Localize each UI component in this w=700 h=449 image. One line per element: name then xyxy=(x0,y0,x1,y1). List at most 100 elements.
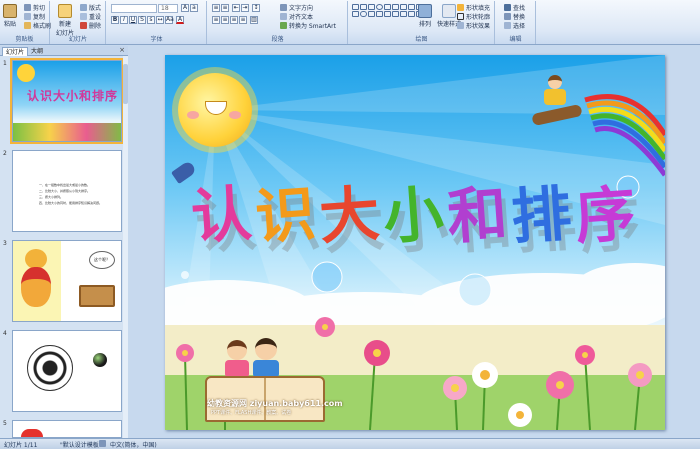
arrange-button[interactable]: 排列 xyxy=(418,4,432,28)
slide-thumbnail-4[interactable] xyxy=(12,330,122,412)
font-color-button[interactable]: A xyxy=(176,16,184,24)
language-indicator[interactable]: 中文(简体，中国) xyxy=(110,440,157,449)
clipboard-group-label: 剪贴板 xyxy=(15,36,34,43)
align-left-button[interactable]: ≡ xyxy=(212,16,220,24)
shape-outline-button[interactable]: 形状轮廓 xyxy=(457,12,490,21)
find-button[interactable]: 查找 xyxy=(504,3,525,12)
shape-effects-button[interactable]: 形状效果 xyxy=(457,21,490,30)
font-size-combo[interactable]: 18 xyxy=(158,4,178,13)
title-char: 排 xyxy=(509,178,578,254)
scrollbar-thumb[interactable] xyxy=(123,64,128,104)
smartart-button[interactable]: 转换为 SmartArt xyxy=(280,21,336,30)
columns-button[interactable]: ▥ xyxy=(250,16,258,24)
ribbon: 粘贴 剪切 复制 格式刷 剪贴板 新建 幻灯片 版式 重设 删除 幻灯片 18 … xyxy=(0,0,700,45)
reset-button[interactable]: 重设 xyxy=(80,12,101,21)
shape-triangle-icon[interactable] xyxy=(384,4,391,10)
copy-icon xyxy=(24,13,31,20)
children-reading-image xyxy=(195,338,335,430)
current-slide[interactable]: 认识大小和排序 幼教资源网 ziyuan.baby611.com PPT课件、F… xyxy=(165,55,665,430)
strikethrough-button[interactable]: S xyxy=(138,16,146,24)
decrease-indent-button[interactable]: ⇤ xyxy=(232,4,240,12)
close-icon[interactable]: × xyxy=(119,46,125,54)
thumb-title: 认识大小和排序 xyxy=(27,89,119,103)
replace-button[interactable]: 替换 xyxy=(504,12,525,21)
shape-brace-icon[interactable] xyxy=(352,11,359,17)
align-text-button[interactable]: 对齐文本 xyxy=(280,12,313,21)
small-ball-icon xyxy=(93,353,107,367)
thumb-line: 一、在一组数中找出最大或最小的数。 xyxy=(39,183,91,187)
shape-bracket-icon[interactable] xyxy=(368,11,375,17)
shape-callout-icon[interactable] xyxy=(392,11,399,17)
underline-button[interactable]: U xyxy=(129,16,137,24)
shape-arrow-icon[interactable] xyxy=(360,4,367,10)
shrink-font-button[interactable]: a xyxy=(190,4,198,12)
select-button[interactable]: 选择 xyxy=(504,21,525,30)
tab-slides[interactable]: 幻灯片 xyxy=(2,47,29,56)
slide-number: 2 xyxy=(3,150,7,157)
slide-thumbnail-2[interactable]: 一、在一组数中找出最大或最小的数。 二、比较大小，并按照从小到大排序。 三、按大… xyxy=(12,150,122,232)
delete-slide-button[interactable]: 删除 xyxy=(80,21,101,30)
spellcheck-icon[interactable] xyxy=(99,440,106,447)
numbering-button[interactable]: ≡ xyxy=(221,4,229,12)
theme-name[interactable]: "默认设计模板" xyxy=(60,440,102,449)
slide-thumbnail-1[interactable]: 认识大小和排序 xyxy=(10,58,124,144)
spacing-button[interactable]: ↔ xyxy=(156,16,164,24)
font-group-label: 字体 xyxy=(150,36,163,43)
shape-oval-icon[interactable] xyxy=(376,4,383,10)
slide-thumbnail-3[interactable]: 这个呢？ xyxy=(12,240,122,322)
line-spacing-button[interactable]: ↕ xyxy=(252,4,260,12)
paste-icon xyxy=(3,4,17,18)
shape-star-icon[interactable] xyxy=(408,4,415,10)
thumb-line: 二、比较大小，并按照从小到大排序。 xyxy=(39,189,91,193)
bear-head-icon xyxy=(25,249,47,269)
shape-heart-icon[interactable] xyxy=(400,11,407,17)
shape-line2-icon[interactable] xyxy=(392,4,399,10)
slide-title[interactable]: 认识大小和排序 xyxy=(165,167,665,254)
font-name-combo[interactable] xyxy=(111,4,157,13)
cut-button[interactable]: 剪切 xyxy=(24,3,45,12)
bold-button[interactable]: B xyxy=(111,16,119,24)
shape-curly-icon[interactable] xyxy=(376,11,383,17)
kid-head-icon xyxy=(548,75,562,89)
paste-button[interactable]: 粘贴 xyxy=(3,4,17,28)
shape-cloud-icon[interactable] xyxy=(408,11,415,17)
case-button[interactable]: Aa xyxy=(165,16,174,24)
new-slide-button[interactable]: 新建 幻灯片 xyxy=(56,4,74,37)
watermark-sub: PPT课件、FLASH课件、教案、试卷 xyxy=(211,410,292,416)
slide-number: 1 xyxy=(3,60,7,67)
shape-star2-icon[interactable] xyxy=(384,11,391,17)
title-char: 序 xyxy=(573,178,642,254)
slide-counter: 幻灯片 1/11 xyxy=(4,442,38,449)
align-center-button[interactable]: ≡ xyxy=(221,16,229,24)
reset-icon xyxy=(80,13,87,20)
shape-rounded-icon[interactable] xyxy=(360,11,367,17)
sun-cheek-left xyxy=(187,111,199,119)
font-group: 18 A a B I U S s ↔ Aa A 字体 xyxy=(107,1,207,44)
shapes-gallery[interactable] xyxy=(352,4,423,17)
layout-button[interactable]: 版式 xyxy=(80,3,101,12)
format-painter-button[interactable]: 格式刷 xyxy=(24,21,51,30)
title-char: 和 xyxy=(445,178,514,254)
slide-number: 4 xyxy=(3,330,7,337)
arrange-icon xyxy=(418,4,432,18)
align-right-button[interactable]: ≡ xyxy=(230,16,238,24)
boy-head-icon xyxy=(255,338,277,360)
italic-button[interactable]: I xyxy=(120,16,128,24)
shadow-button[interactable]: s xyxy=(147,16,155,24)
slide-thumbnail-5[interactable] xyxy=(12,420,122,438)
shape-curve-icon[interactable] xyxy=(400,4,407,10)
justify-button[interactable]: ≡ xyxy=(239,16,247,24)
copy-button[interactable]: 复制 xyxy=(24,12,45,21)
text-direction-button[interactable]: 文字方向 xyxy=(280,3,313,12)
shape-line-icon[interactable] xyxy=(352,4,359,10)
pane-tabs: 幻灯片 大纲 × xyxy=(0,46,128,56)
grow-font-button[interactable]: A xyxy=(181,4,189,12)
increase-indent-button[interactable]: ⇥ xyxy=(241,4,249,12)
pane-scrollbar[interactable] xyxy=(123,56,128,438)
shape-fill-button[interactable]: 形状填充 xyxy=(457,3,490,12)
outline-icon xyxy=(457,13,464,20)
slides-group-label: 幻灯片 xyxy=(68,36,87,43)
bullets-button[interactable]: ≡ xyxy=(212,4,220,12)
shape-rect-icon[interactable] xyxy=(368,4,375,10)
tab-outline[interactable]: 大纲 xyxy=(28,47,46,56)
